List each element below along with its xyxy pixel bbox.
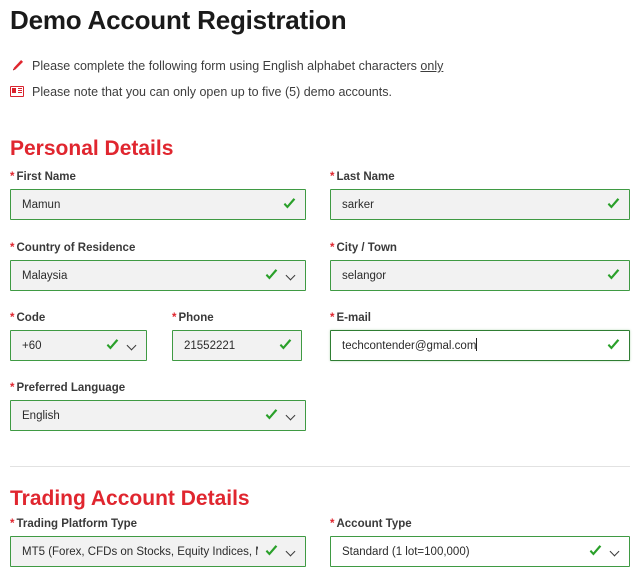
section-heading-trading-account-details: Trading Account Details — [10, 487, 250, 510]
required-marker: * — [330, 312, 335, 324]
label-text: Account Type — [336, 518, 412, 530]
required-marker: * — [10, 382, 15, 394]
chevron-down-icon[interactable] — [286, 270, 297, 281]
platform-value: MT5 (Forex, CFDs on Stocks, Equity Indic… — [22, 545, 258, 558]
id-card-icon — [10, 84, 28, 100]
notice-text: Please complete the following form using… — [32, 58, 443, 74]
valid-check-icon — [606, 268, 621, 283]
code-value: +60 — [22, 339, 42, 352]
notice-english-characters: Please complete the following form using… — [10, 58, 443, 74]
registration-page: Demo Account Registration Please complet… — [0, 0, 640, 581]
email-value: techcontender@gmal.com — [342, 340, 477, 352]
label-text: E-mail — [336, 312, 371, 324]
field-label-phone: * Phone — [172, 311, 302, 325]
valid-check-icon — [588, 544, 603, 559]
label-text: Trading Platform Type — [16, 518, 138, 530]
field-email: * E-mail techcontender@gmal.com — [330, 311, 630, 361]
required-marker: * — [330, 242, 335, 254]
chevron-down-icon[interactable] — [286, 546, 297, 557]
chevron-down-icon[interactable] — [610, 546, 621, 557]
field-label-platform: * Trading Platform Type — [10, 517, 306, 531]
city-value: selangor — [342, 269, 387, 282]
email-input[interactable]: techcontender@gmal.com — [330, 330, 630, 361]
required-marker: * — [10, 312, 15, 324]
field-label-city: * City / Town — [330, 241, 630, 255]
required-marker: * — [330, 171, 335, 183]
city-input[interactable]: selangor — [330, 260, 630, 291]
required-marker: * — [10, 171, 15, 183]
field-last-name: * Last Name sarker — [330, 170, 630, 220]
field-label-account-type: * Account Type — [330, 517, 630, 531]
valid-check-icon — [264, 544, 279, 559]
field-phone: * Phone 21552221 — [172, 311, 302, 361]
field-label-last-name: * Last Name — [330, 170, 630, 184]
notice-account-limit: Please note that you can only open up to… — [10, 84, 392, 100]
label-text: Last Name — [336, 171, 395, 183]
field-label-country: * Country of Residence — [10, 241, 306, 255]
field-city-town: * City / Town selangor — [330, 241, 630, 291]
field-preferred-language: * Preferred Language English — [10, 381, 306, 431]
field-first-name: * First Name Mamun — [10, 170, 306, 220]
valid-check-icon — [606, 338, 621, 353]
label-text: Country of Residence — [16, 242, 136, 254]
valid-check-icon — [282, 197, 297, 212]
field-account-type: * Account Type Standard (1 lot=100,000) — [330, 517, 630, 567]
section-heading-personal-details: Personal Details — [10, 137, 174, 160]
language-value: English — [22, 409, 60, 422]
field-label-language: * Preferred Language — [10, 381, 306, 395]
label-text: Phone — [178, 312, 214, 324]
label-text: City / Town — [336, 242, 397, 254]
required-marker: * — [10, 242, 15, 254]
notice-text-underlined: only — [420, 59, 444, 73]
email-value-wrap: techcontender@gmal.com — [342, 338, 600, 353]
field-label-first-name: * First Name — [10, 170, 306, 184]
last-name-value: sarker — [342, 198, 374, 211]
account-type-select[interactable]: Standard (1 lot=100,000) — [330, 536, 630, 567]
chevron-down-icon[interactable] — [286, 410, 297, 421]
text-cursor — [476, 338, 478, 351]
country-value: Malaysia — [22, 269, 68, 282]
field-label-email: * E-mail — [330, 311, 630, 325]
chevron-down-icon[interactable] — [127, 340, 138, 351]
valid-check-icon — [264, 268, 279, 283]
valid-check-icon — [105, 338, 120, 353]
language-select[interactable]: English — [10, 400, 306, 431]
valid-check-icon — [278, 338, 293, 353]
required-marker: * — [330, 518, 335, 530]
section-divider — [10, 466, 630, 467]
first-name-value: Mamun — [22, 198, 61, 211]
label-text: Preferred Language — [16, 382, 126, 394]
first-name-input[interactable]: Mamun — [10, 189, 306, 220]
last-name-input[interactable]: sarker — [330, 189, 630, 220]
pencil-icon — [10, 58, 28, 74]
valid-check-icon — [264, 408, 279, 423]
notice-text-main: Please complete the following form using… — [32, 59, 421, 73]
field-code: * Code +60 — [10, 311, 147, 361]
field-country-of-residence: * Country of Residence Malaysia — [10, 241, 306, 291]
label-text: Code — [16, 312, 46, 324]
platform-select[interactable]: MT5 (Forex, CFDs on Stocks, Equity Indic… — [10, 536, 306, 567]
code-select[interactable]: +60 — [10, 330, 147, 361]
country-select[interactable]: Malaysia — [10, 260, 306, 291]
phone-value: 21552221 — [184, 339, 236, 352]
phone-input[interactable]: 21552221 — [172, 330, 302, 361]
page-title: Demo Account Registration — [10, 5, 347, 35]
required-marker: * — [172, 312, 177, 324]
field-trading-platform-type: * Trading Platform Type MT5 (Forex, CFDs … — [10, 517, 306, 567]
notice-text: Please note that you can only open up to… — [32, 85, 392, 99]
field-label-code: * Code — [10, 311, 147, 325]
account-type-value: Standard (1 lot=100,000) — [342, 545, 470, 558]
required-marker: * — [10, 518, 15, 530]
valid-check-icon — [606, 197, 621, 212]
label-text: First Name — [16, 171, 76, 183]
